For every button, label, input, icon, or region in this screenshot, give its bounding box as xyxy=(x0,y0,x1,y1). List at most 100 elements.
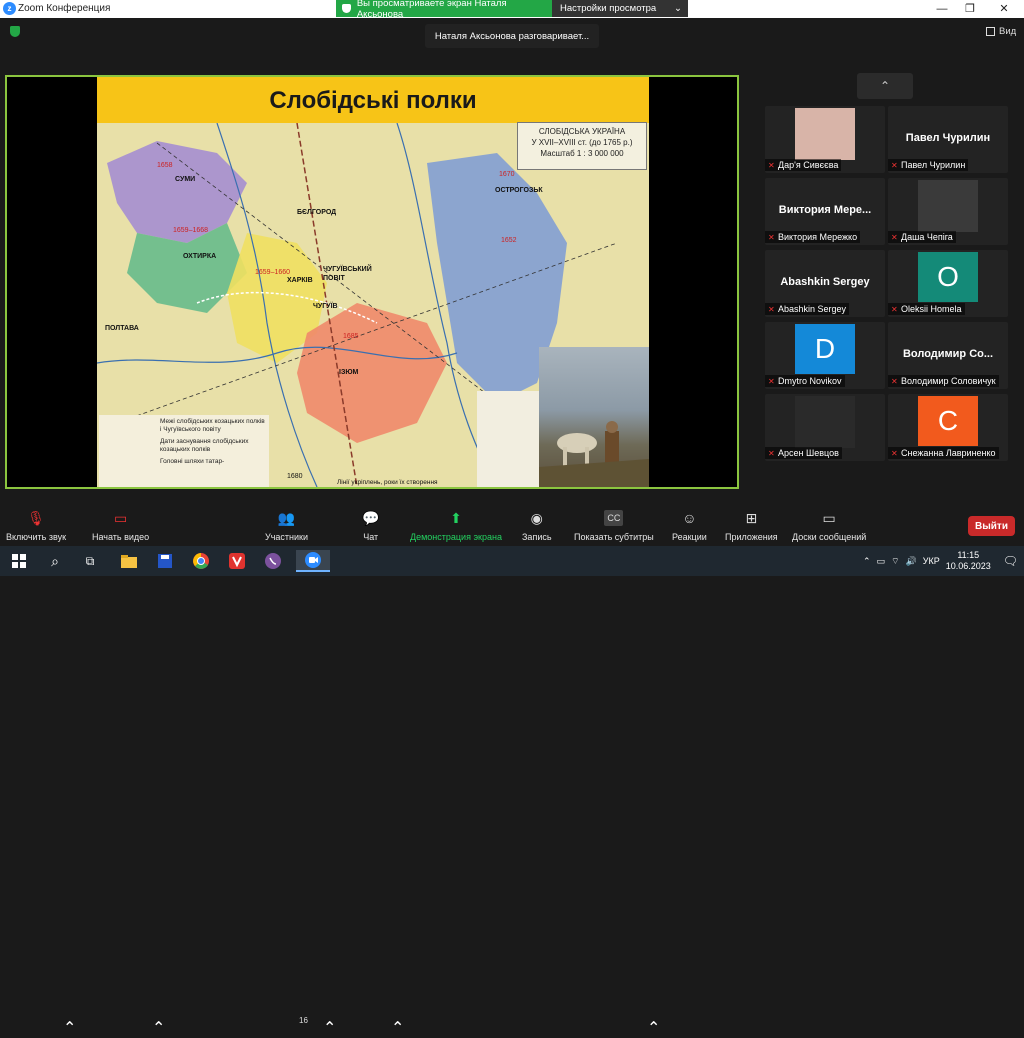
participant-name: Павел Чурилин xyxy=(901,160,966,170)
participant-photo xyxy=(795,396,855,448)
view-options-label: Настройки просмотра xyxy=(560,3,657,14)
captions-caret[interactable]: ⌃ xyxy=(647,1018,660,1038)
notifications-icon[interactable]: 🗨 xyxy=(1003,554,1018,568)
chat-button[interactable]: 💬 Чат xyxy=(362,510,379,542)
clock-time: 11:15 xyxy=(957,550,980,560)
participant-name: Dmytro Novikov xyxy=(778,376,842,386)
share-screen-icon: ⬆ xyxy=(450,510,462,526)
participant-name: Виктория Мережко xyxy=(778,232,858,242)
save-app-icon[interactable] xyxy=(152,550,178,572)
muted-mic-icon: ✕ xyxy=(768,376,775,386)
participant-tile[interactable]: Abashkin Sergey ✕ Abashkin Sergey xyxy=(765,250,885,317)
close-icon[interactable]: ✕ xyxy=(996,1,1012,17)
reactions-button[interactable]: ☺ Реакции xyxy=(672,510,707,542)
task-view-icon[interactable]: ⧉ xyxy=(77,550,103,572)
participant-tile[interactable]: Виктория Мере... ✕ Виктория Мережко xyxy=(765,178,885,245)
whiteboards-label: Доски сообщений xyxy=(792,532,867,542)
chat-caret[interactable]: ⌃ xyxy=(391,1018,404,1038)
maximize-icon[interactable]: ❐ xyxy=(962,1,978,17)
audio-options-caret[interactable]: ⌃ xyxy=(63,1018,76,1038)
legend-item: Головні шляхи татар- xyxy=(160,458,225,465)
map-label: ОСТРОГОЗЬК xyxy=(495,187,543,194)
share-screen-button[interactable]: ⬆ Демонстрация экрана xyxy=(410,510,502,542)
whiteboard-icon: ▭ xyxy=(822,510,836,526)
participant-name-label: ✕ Даша Чепіга xyxy=(888,231,956,243)
apps-button[interactable]: ⊞ Приложения xyxy=(725,510,778,542)
chrome-icon[interactable] xyxy=(188,550,214,572)
unmute-label: Включить звук xyxy=(6,532,67,542)
minimize-icon[interactable]: — xyxy=(934,1,950,17)
start-video-label: Начать видео xyxy=(92,532,150,542)
participant-tile[interactable]: O ✕ Oleksii Homela xyxy=(888,250,1008,317)
legend-item: Дати заснування слобідських козацьких по… xyxy=(160,438,249,453)
muted-mic-icon: ✕ xyxy=(768,304,775,314)
participant-avatar: O xyxy=(918,252,978,302)
volume-icon[interactable]: 🔊 xyxy=(906,556,917,567)
participant-display-name: Володимир Со... xyxy=(902,348,994,360)
viewing-text: Вы просматриваете экран Наталя Аксьонова xyxy=(356,0,507,20)
clock[interactable]: 11:15 10.06.2023 xyxy=(946,550,991,572)
zoom-taskbar-icon[interactable] xyxy=(296,550,330,572)
viber-icon[interactable] xyxy=(260,550,286,572)
search-icon[interactable]: ⌕ xyxy=(42,550,68,572)
participants-button[interactable]: 👥 Участники xyxy=(265,510,308,542)
map-legend-box: СЛОБІДСЬКА УКРАЇНА У XVII–XVIII ст. (до … xyxy=(517,122,647,170)
viewing-indicator: Вы просматриваете экран Наталя Аксьонова xyxy=(336,0,552,20)
map-label: БЄЛГОРОД xyxy=(297,209,337,216)
participant-tile[interactable]: ✕ Дар'я Сивєєва xyxy=(765,106,885,173)
participant-name-label: ✕ Снежанна Лавриненко xyxy=(888,447,999,459)
captions-button[interactable]: CC Показать субтитры xyxy=(574,510,654,542)
participants-label: Участники xyxy=(265,532,308,542)
view-button[interactable]: Вид xyxy=(986,26,1016,37)
participant-name-label: ✕ Дар'я Сивєєва xyxy=(765,159,842,171)
grid-icon xyxy=(986,27,995,36)
legend-note: Лінії укріплень, роки їх створення xyxy=(337,479,438,486)
security-shield-icon[interactable] xyxy=(10,26,20,37)
participant-name-label: ✕ Виктория Мережко xyxy=(765,231,861,243)
participant-name-label: ✕ Павел Чурилин xyxy=(888,159,969,171)
participant-tile[interactable]: Павел Чурилин ✕ Павел Чурилин xyxy=(888,106,1008,173)
vivaldi-icon[interactable] xyxy=(224,550,250,572)
participant-tile[interactable]: ✕ Даша Чепіга xyxy=(888,178,1008,245)
battery-icon[interactable]: ▭ xyxy=(877,556,886,567)
participant-tile[interactable]: D ✕ Dmytro Novikov xyxy=(765,322,885,389)
leave-button[interactable]: Выйти xyxy=(968,516,1015,536)
view-options-button[interactable]: Настройки просмотра ⌄ xyxy=(552,0,688,17)
participant-name-label: ✕ Abashkin Sergey xyxy=(765,303,850,315)
year-label: 1658 xyxy=(157,162,173,169)
chat-label: Чат xyxy=(363,532,379,542)
network-icon[interactable]: ⌔ xyxy=(891,556,899,567)
participant-tile[interactable]: Володимир Со... ✕ Володимир Соловичук xyxy=(888,322,1008,389)
record-icon: ◉ xyxy=(530,510,543,526)
participants-caret[interactable]: ⌃ xyxy=(323,1018,336,1038)
captions-label: Показать субтитры xyxy=(574,532,654,542)
participant-name-label: ✕ Dmytro Novikov xyxy=(765,375,845,387)
participant-name-label: ✕ Oleksii Homela xyxy=(888,303,965,315)
participant-tile[interactable]: С ✕ Снежанна Лавриненко xyxy=(888,394,1008,461)
shared-screen[interactable]: Слобідські полки СЛОБІДСЬКА УКРАЇНА У XV… xyxy=(5,75,739,489)
map-label: ОХТИРКА xyxy=(183,253,217,260)
participant-name: Abashkin Sergey xyxy=(778,304,847,314)
participant-tile[interactable]: ✕ Арсен Шевцов xyxy=(765,394,885,461)
chevron-down-icon: ⌄ xyxy=(674,3,682,14)
speaker-toast: Наталя Аксьонова разговаривает... xyxy=(425,24,599,48)
record-button[interactable]: ◉ Запись xyxy=(522,510,552,542)
participant-name: Арсен Шевцов xyxy=(778,448,839,458)
unmute-button[interactable]: 🎙 Включить звук xyxy=(6,510,66,542)
windows-start-icon[interactable] xyxy=(6,550,32,572)
gallery-up-button[interactable]: ⌃ xyxy=(857,73,913,99)
meeting-toolbar: 🎙 Включить звук ⌃ ▭ Начать видео ⌃ 👥 Уча… xyxy=(0,504,1024,1037)
file-explorer-icon[interactable] xyxy=(116,550,142,572)
participant-avatar: D xyxy=(795,324,855,374)
language-indicator[interactable]: УКР xyxy=(923,556,940,566)
participants-icon: 👥 xyxy=(277,510,296,526)
start-video-button[interactable]: ▭ Начать видео xyxy=(92,510,149,542)
year-label: 1659–1660 xyxy=(255,269,291,276)
whiteboards-button[interactable]: ▭ Доски сообщений xyxy=(792,510,866,542)
year-label: 1670 xyxy=(499,171,515,178)
participant-photo xyxy=(918,180,978,232)
map-label: ЧУГУЇВСЬКИЙ ПОВІТ xyxy=(323,266,372,282)
chevron-up-icon[interactable]: ⌃ xyxy=(863,556,871,567)
shield-icon xyxy=(342,4,351,13)
video-options-caret[interactable]: ⌃ xyxy=(152,1018,165,1038)
